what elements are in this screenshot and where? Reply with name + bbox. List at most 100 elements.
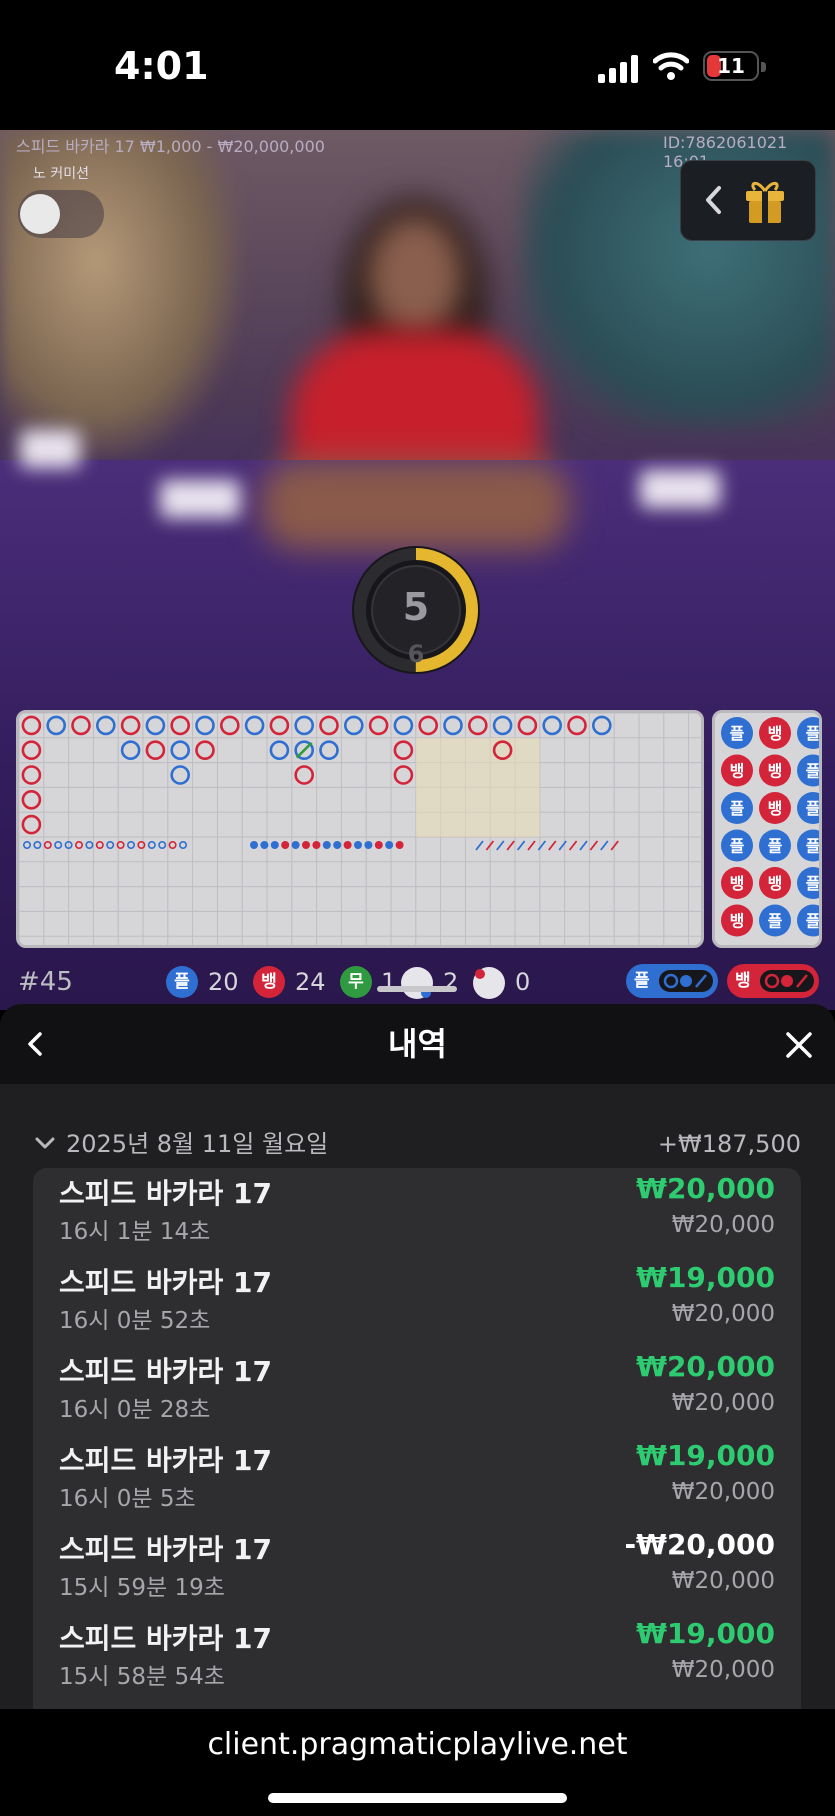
- big-eye-mark: [158, 841, 167, 850]
- cockroach-mark: [568, 840, 578, 851]
- url-text[interactable]: client.pragmaticplaylive.net: [0, 1727, 835, 1762]
- cockroach-mark: [548, 840, 557, 851]
- banker-prediction-button[interactable]: 뱅: [727, 964, 819, 998]
- row-game-name: 스피드 바카라 17: [59, 1266, 273, 1299]
- player-chip: 플: [166, 966, 198, 998]
- history-row[interactable]: 스피드 바카라 17 15시 59분 19초 -₩20,000 ₩20,000: [33, 1524, 801, 1613]
- big-eye-mark: [168, 841, 177, 850]
- bead-label: 플: [806, 837, 819, 856]
- toggle-knob: [20, 194, 60, 234]
- big-road-grid: [19, 713, 701, 945]
- history-row[interactable]: 스피드 바카라 17 16시 0분 52초 ₩19,000 ₩20,000: [33, 1257, 801, 1346]
- player-mark: [591, 715, 612, 736]
- big-eye-mark: [106, 841, 115, 850]
- big-eye-mark: [127, 841, 136, 850]
- cockroach-mark: [496, 840, 505, 851]
- history-title: 내역: [388, 1025, 447, 1063]
- banker-mark: [21, 740, 42, 761]
- group-total: +₩187,500: [657, 1130, 801, 1158]
- row-amount: -₩20,000: [624, 1528, 775, 1561]
- cockroach-mark: [506, 840, 515, 851]
- player-mark: [170, 740, 190, 761]
- banker-prediction-icon: [760, 970, 814, 992]
- banker-mark: [368, 715, 389, 736]
- small-road-mark: [312, 841, 321, 849]
- close-icon[interactable]: [784, 1030, 814, 1060]
- bead-label: 플: [806, 874, 819, 893]
- bead-label: 뱅: [730, 912, 745, 931]
- no-commission-toggle[interactable]: [18, 190, 104, 238]
- timer-value: 5: [403, 585, 429, 629]
- big-eye-mark: [179, 841, 188, 850]
- row-time: 16시 0분 5초: [59, 1486, 196, 1512]
- sheet-drag-handle[interactable]: [377, 986, 457, 992]
- row-game-name: 스피드 바카라 17: [59, 1533, 273, 1566]
- small-road-mark: [281, 841, 290, 849]
- small-road-mark: [260, 841, 269, 849]
- battery-icon: 11: [703, 51, 766, 81]
- player-mark: [393, 715, 414, 736]
- banker-prediction-label: 뱅: [735, 971, 751, 991]
- chevron-down-icon: [35, 1137, 55, 1149]
- shoe-number: #45: [18, 967, 73, 997]
- player-mark: [244, 715, 265, 736]
- prediction-highlight: [415, 737, 540, 837]
- history-row[interactable]: 스피드 바카라 17 16시 0분 5초 ₩19,000 ₩20,000: [33, 1435, 801, 1524]
- row-time: 15시 58분 54초: [59, 1664, 225, 1690]
- big-eye-mark: [147, 841, 156, 850]
- banker-mark: [21, 765, 42, 785]
- road-map-board[interactable]: [16, 710, 704, 948]
- bead-label: 뱅: [768, 799, 783, 818]
- player-prediction-label: 플: [634, 971, 650, 991]
- cockroach-mark: [558, 840, 567, 851]
- small-road-mark: [364, 841, 373, 849]
- small-road-mark: [395, 841, 404, 849]
- row-game-name: 스피드 바카라 17: [59, 1177, 273, 1210]
- small-road-mark: [250, 841, 258, 849]
- small-road-mark: [374, 841, 383, 849]
- bead-label: 플: [730, 724, 745, 743]
- banker-mark: [467, 715, 488, 736]
- home-indicator[interactable]: [268, 1793, 567, 1803]
- banker-mark: [517, 715, 538, 736]
- history-row[interactable]: 스피드 바카라 17 15시 58분 54초 ₩19,000 ₩20,000: [33, 1613, 801, 1702]
- bead-label: 플: [806, 799, 819, 818]
- player-prediction-button[interactable]: 플: [626, 964, 718, 998]
- row-time: 16시 1분 14초: [59, 1219, 211, 1245]
- bead-plate-board[interactable]: 플뱅플뱅뱅플플뱅플플플플뱅뱅플뱅플플: [712, 710, 822, 948]
- player-mark: [96, 715, 116, 736]
- banker-mark: [120, 715, 141, 736]
- player-mark: [343, 715, 364, 736]
- big-eye-mark: [95, 841, 104, 850]
- bead-label: 플: [730, 837, 745, 856]
- bead-plate-grid: 플 뱅 플뱅 뱅 플플 뱅 플플 플 플뱅 뱅 플뱅 플 플: [721, 717, 819, 937]
- big-eye-mark: [74, 841, 83, 850]
- player-mark: [46, 715, 67, 736]
- player-mark: [269, 740, 290, 761]
- table-info: 스피드 바카라 17 ₩1,000 - ₩20,000,000: [16, 137, 325, 156]
- banker-mark: [145, 740, 166, 761]
- player-mark: [195, 715, 215, 736]
- row-time: 16시 0분 28초: [59, 1397, 211, 1423]
- bead-label: 플: [768, 837, 783, 856]
- chevron-left-icon: [706, 186, 721, 214]
- bead-label: 뱅: [768, 724, 783, 743]
- date-group-header[interactable]: 2025년 8월 11일 월요일 +₩187,500: [0, 1122, 835, 1166]
- gift-icon: [746, 181, 784, 223]
- banker-mark: [220, 715, 240, 736]
- history-row[interactable]: 스피드 바카라 17 16시 1분 14초 ₩20,000 ₩20,000: [33, 1168, 801, 1257]
- banker-mark: [170, 715, 190, 736]
- cockroach-mark: [600, 840, 609, 851]
- row-bet: ₩20,000: [671, 1657, 775, 1683]
- player-mark: [120, 740, 141, 761]
- status-time: 4:01: [114, 44, 209, 88]
- row-bet: ₩20,000: [671, 1390, 775, 1416]
- bead-label: 플: [806, 912, 819, 931]
- history-row[interactable]: 스피드 바카라 17 16시 0분 28초 ₩20,000 ₩20,000: [33, 1346, 801, 1435]
- promotions-button[interactable]: [680, 160, 816, 241]
- player-mark: [492, 715, 513, 736]
- shoe-stats: #45 플 20 뱅 24 무 1 2 0 플 뱅: [0, 962, 835, 1002]
- small-road-mark: [270, 841, 279, 849]
- player-mark: [542, 715, 563, 736]
- banker-count: 24: [295, 968, 326, 996]
